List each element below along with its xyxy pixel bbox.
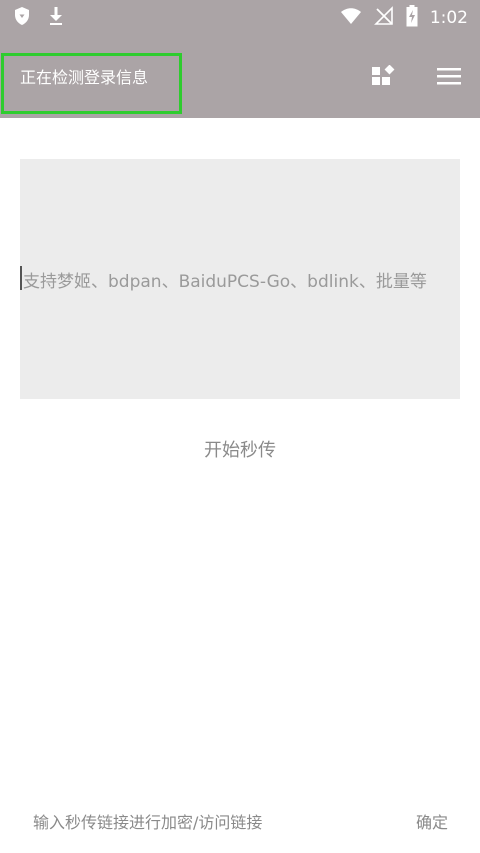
no-signal-icon	[373, 6, 394, 30]
widgets-icon[interactable]	[370, 64, 396, 88]
status-right-icons: 1:02	[340, 5, 468, 31]
confirm-button[interactable]: 确定	[416, 809, 448, 833]
menu-icon[interactable]	[436, 64, 462, 88]
title-highlight-box	[1, 53, 182, 114]
status-time: 1:02	[429, 8, 468, 28]
link-input-placeholder: 支持梦姬、bdpan、BaiduPCS-Go、bdlink、批量等	[23, 272, 427, 292]
wifi-icon	[340, 7, 362, 29]
download-icon	[48, 6, 64, 30]
encrypt-link-input[interactable]: 输入秒传链接进行加密/访问链接	[33, 809, 262, 833]
shield-icon	[14, 6, 30, 30]
battery-charging-icon	[406, 5, 418, 31]
app-bar-actions	[370, 64, 462, 88]
text-cursor	[20, 266, 22, 290]
bottom-bar: 输入秒传链接进行加密/访问链接 确定	[0, 795, 480, 853]
start-button[interactable]: 开始秒传	[0, 436, 480, 462]
status-left-icons	[14, 6, 64, 30]
link-input-area[interactable]: 支持梦姬、bdpan、BaiduPCS-Go、bdlink、批量等	[20, 159, 460, 399]
status-bar: 1:02	[0, 0, 480, 34]
